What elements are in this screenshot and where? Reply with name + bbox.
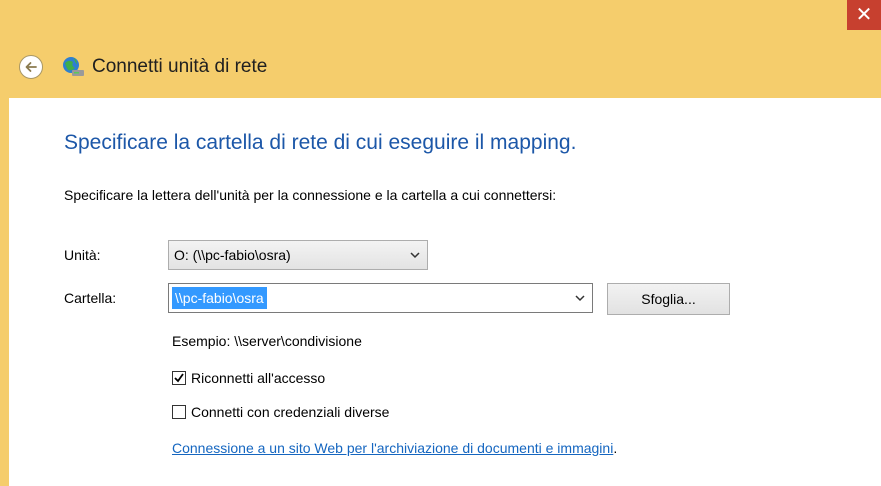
reconnect-label[interactable]: Riconnetti all'accesso [191,370,325,386]
window-title: Connetti unità di rete [92,56,268,77]
browse-button[interactable]: Sfoglia... [607,283,730,315]
chevron-down-icon [410,252,420,259]
chevron-down-icon[interactable] [575,295,585,302]
network-drive-icon [63,57,84,76]
website-link-row: Connessione a un sito Web per l'archivia… [172,440,617,456]
close-button[interactable]: ✕ [847,0,881,30]
link-suffix: . [613,440,618,456]
credentials-label[interactable]: Connetti con credenziali diverse [191,404,389,420]
back-arrow-icon[interactable] [24,60,38,74]
example-text: Esempio: \\server\condivisione [172,333,362,349]
folder-combobox[interactable]: \\pc-fabio\osra [168,283,593,313]
website-storage-link[interactable]: Connessione a un sito Web per l'archivia… [172,440,613,456]
page-heading: Specificare la cartella di rete di cui e… [64,131,577,154]
unit-dropdown-value: O: (\\pc-fabio\osra) [174,247,291,263]
reconnect-checkbox[interactable] [172,371,186,385]
folder-input-selected-text[interactable]: \\pc-fabio\osra [172,287,267,309]
back-button[interactable] [19,55,43,79]
credentials-checkbox[interactable] [172,405,186,419]
title-bar: ✕ Connetti unità di rete [0,0,881,98]
unit-dropdown[interactable]: O: (\\pc-fabio\osra) [168,240,428,270]
instruction-text: Specificare la lettera dell'unità per la… [64,187,557,203]
unit-label: Unità: [64,247,101,263]
folder-label: Cartella: [64,290,117,306]
checkmark-icon [174,373,184,383]
window-frame-left [0,98,9,486]
close-icon[interactable]: ✕ [856,2,873,26]
